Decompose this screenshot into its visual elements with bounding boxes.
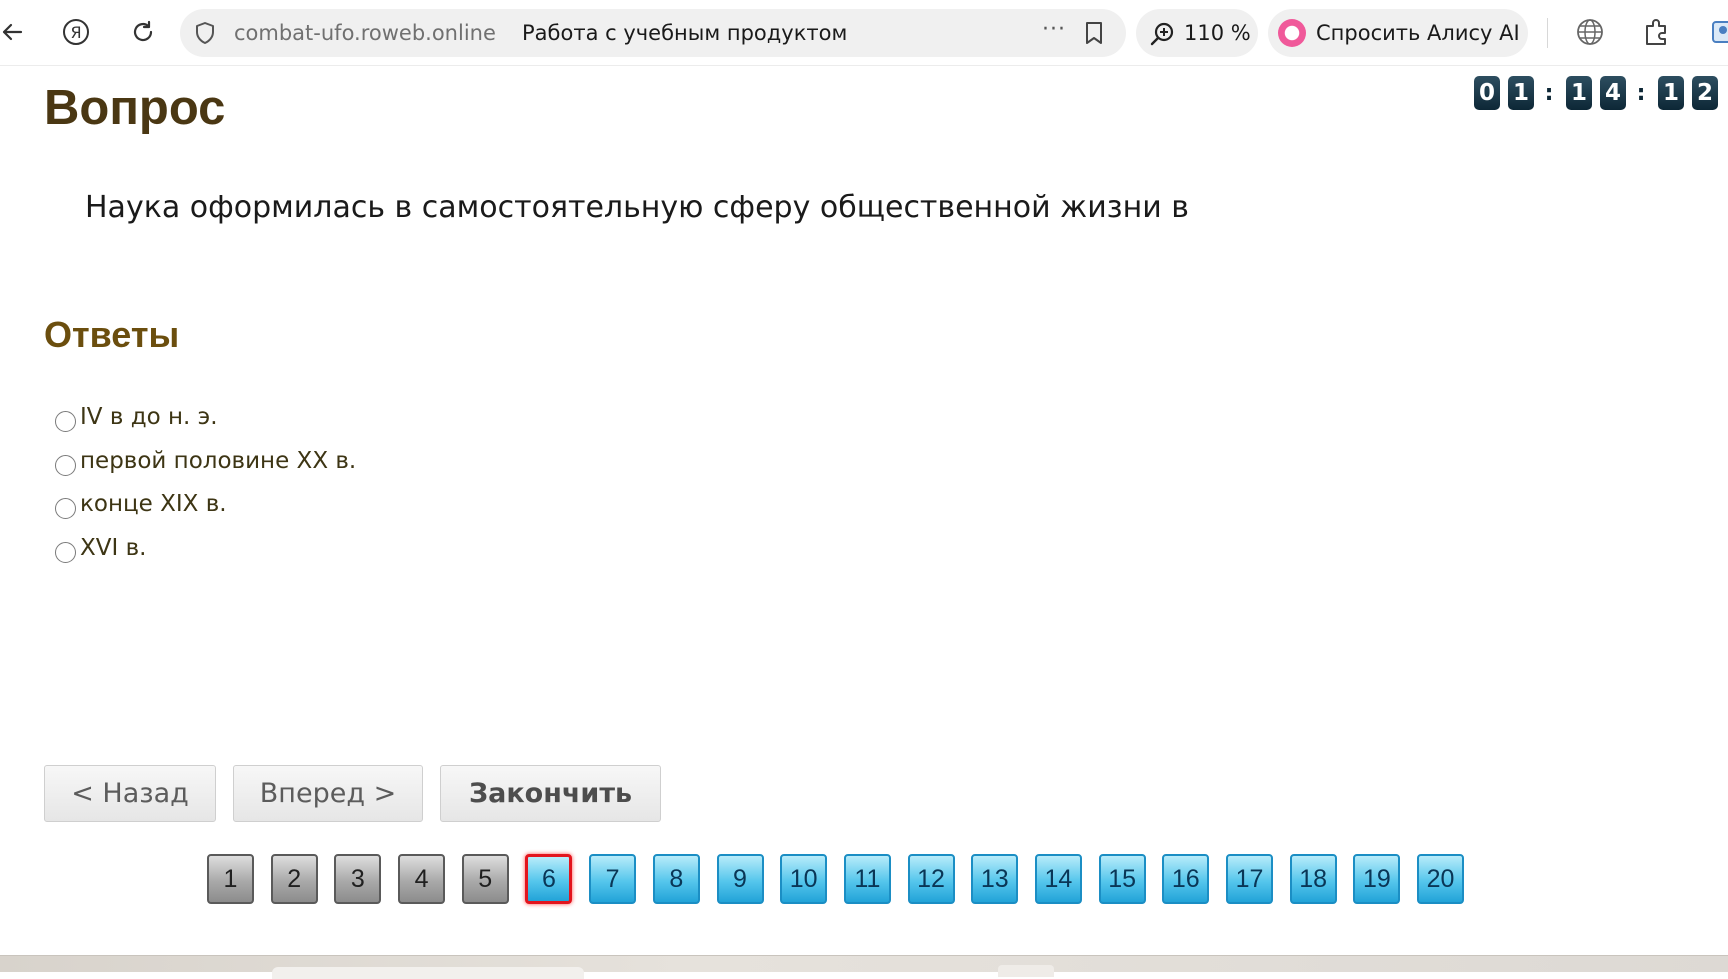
shield-icon[interactable]	[194, 21, 216, 49]
reload-icon[interactable]	[125, 14, 161, 50]
page-button[interactable]: 14	[1034, 854, 1082, 904]
answer-option[interactable]: IV в до н. э.	[55, 400, 356, 444]
back-button[interactable]: < Назад	[44, 765, 216, 822]
taskbar-tab[interactable]	[998, 965, 1054, 977]
answer-radio[interactable]	[55, 411, 76, 432]
page-button[interactable]: 9	[716, 854, 764, 904]
more-icon[interactable]: ···	[1042, 17, 1066, 42]
zoom-button[interactable]: 110 %	[1136, 9, 1258, 57]
zoom-in-icon	[1150, 21, 1176, 51]
ask-alice-label: Спросить Алису AI	[1316, 21, 1520, 45]
page-button[interactable]: 4	[398, 854, 446, 904]
taskbar-strip	[0, 955, 1728, 979]
page-button[interactable]: 1	[207, 854, 254, 904]
answer-label[interactable]: первой половине XX в.	[80, 444, 356, 478]
profile-icon[interactable]	[1700, 14, 1728, 50]
question-text: Наука оформилась в самостоятельную сферу…	[85, 190, 1189, 225]
toolbar-divider	[1547, 18, 1548, 48]
page-button[interactable]: 3	[334, 854, 382, 904]
ask-alice-button[interactable]: Спросить Алису AI	[1268, 9, 1528, 57]
page-button[interactable]: 2	[270, 854, 318, 904]
timer-separator: :	[1636, 80, 1646, 106]
timer-digit: 0	[1474, 76, 1500, 110]
yandex-logo-icon[interactable]: Я	[58, 14, 94, 50]
alice-icon	[1278, 19, 1306, 47]
page-button[interactable]: 13	[971, 854, 1019, 904]
page-button[interactable]: 7	[589, 854, 637, 904]
browser-toolbar: Я combat-ufo.roweb.online Работа с учебн…	[0, 0, 1728, 66]
answer-option[interactable]: первой половине XX в.	[55, 444, 356, 488]
timer-digit: 1	[1566, 76, 1592, 110]
extensions-icon[interactable]	[1638, 14, 1674, 50]
address-domain[interactable]: combat-ufo.roweb.online	[234, 21, 496, 45]
answers-heading: Ответы	[44, 314, 180, 355]
page-button[interactable]: 15	[1098, 854, 1146, 904]
answer-label[interactable]: конце XIX в.	[80, 487, 227, 521]
answer-label[interactable]: IV в до н. э.	[80, 400, 218, 434]
answer-radio[interactable]	[55, 498, 76, 519]
answer-option[interactable]: XVI в.	[55, 531, 356, 575]
page-button[interactable]: 20	[1417, 854, 1465, 904]
countdown-timer: 0 1 : 1 4 : 1 2	[1474, 76, 1726, 110]
translate-globe-icon[interactable]	[1572, 14, 1608, 50]
timer-digit: 1	[1508, 76, 1534, 110]
page-button[interactable]: 12	[907, 854, 955, 904]
page-button-current[interactable]: 6	[525, 854, 573, 904]
page-title: Работа с учебным продуктом	[522, 21, 848, 45]
address-bar[interactable]: combat-ufo.roweb.online Работа с учебным…	[180, 9, 1126, 57]
answer-radio[interactable]	[55, 541, 76, 563]
timer-separator: :	[1544, 80, 1554, 106]
bookmark-icon[interactable]	[1084, 21, 1104, 49]
page-button[interactable]: 19	[1353, 854, 1401, 904]
page-button[interactable]: 10	[780, 854, 828, 904]
question-heading: Вопрос	[44, 81, 226, 135]
zoom-level: 110 %	[1184, 21, 1251, 45]
answer-radio[interactable]	[55, 454, 76, 476]
answer-list: IV в до н. э. первой половине XX в. конц…	[55, 400, 356, 574]
page-button[interactable]: 16	[1162, 854, 1210, 904]
question-pager: 1 2 3 4 5 6 7 8 9 10 11 12 13 14 15 16 17 18 19 20	[207, 854, 1481, 904]
answer-label[interactable]: XVI в.	[80, 531, 146, 565]
page-button[interactable]: 18	[1289, 854, 1337, 904]
answer-option[interactable]: конце XIX в.	[55, 487, 356, 531]
page-button[interactable]: 17	[1226, 854, 1273, 904]
next-button[interactable]: Вперед >	[233, 765, 423, 822]
page-button[interactable]: 11	[843, 854, 891, 904]
taskbar-tab[interactable]	[272, 967, 584, 979]
timer-digit: 4	[1600, 76, 1626, 110]
finish-button[interactable]: Закончить	[440, 765, 661, 822]
back-arrow-icon[interactable]	[0, 14, 30, 50]
page-button[interactable]: 8	[652, 854, 700, 904]
timer-digit: 1	[1658, 76, 1684, 110]
timer-digit: 2	[1692, 76, 1718, 110]
page-button[interactable]: 5	[461, 854, 509, 904]
svg-text:Я: Я	[70, 23, 81, 42]
